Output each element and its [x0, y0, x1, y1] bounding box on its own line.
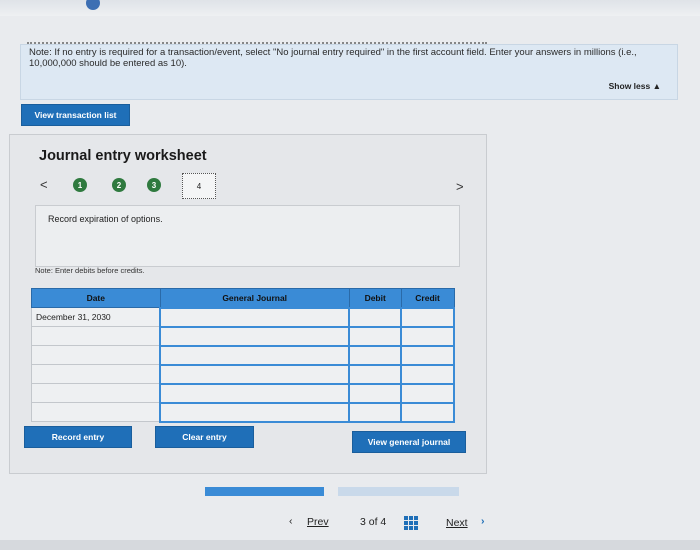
column-header-general-journal: General Journal — [159, 288, 350, 308]
credit-cell[interactable] — [400, 382, 455, 404]
transaction-description: Record expiration of options. — [35, 205, 460, 267]
partial-button-blue[interactable] — [205, 487, 324, 496]
account-cell[interactable] — [159, 325, 351, 347]
table-row: December 31, 2030 — [31, 306, 455, 328]
account-cell[interactable] — [159, 401, 351, 423]
date-cell[interactable] — [31, 364, 161, 384]
date-cell[interactable] — [31, 383, 161, 403]
table-row — [31, 363, 455, 385]
table-row — [31, 382, 455, 404]
page-position: 3 of 4 — [360, 516, 387, 528]
date-cell[interactable] — [31, 402, 161, 422]
partial-button-light[interactable] — [338, 487, 459, 496]
debit-cell[interactable] — [348, 363, 403, 385]
step-2[interactable]: 2 — [112, 178, 126, 192]
status-dot-icon — [86, 0, 100, 10]
cut-off-text-line — [27, 42, 487, 48]
account-cell[interactable] — [159, 306, 351, 328]
journal-entry-worksheet: Journal entry worksheet < 1 2 3 4 > Reco… — [9, 134, 487, 474]
account-cell[interactable] — [159, 363, 351, 385]
date-cell[interactable] — [31, 326, 161, 346]
show-less-toggle[interactable]: Show less ▲ — [609, 81, 661, 92]
debits-note: Note: Enter debits before credits. — [35, 266, 145, 275]
step-4-current[interactable]: 4 — [182, 173, 216, 199]
clear-entry-button[interactable]: Clear entry — [155, 426, 254, 448]
bottom-strip — [0, 540, 700, 550]
table-row — [31, 325, 455, 347]
journal-table: Date General Journal Debit Credit Decemb… — [31, 288, 455, 423]
debit-cell[interactable] — [348, 344, 403, 366]
table-row — [31, 344, 455, 366]
prev-button[interactable]: Prev — [307, 516, 329, 528]
debit-cell[interactable] — [348, 401, 403, 423]
record-entry-button[interactable]: Record entry — [24, 426, 132, 448]
debit-cell[interactable] — [348, 382, 403, 404]
worksheet-title: Journal entry worksheet — [39, 148, 207, 164]
account-cell[interactable] — [159, 382, 351, 404]
view-general-journal-button[interactable]: View general journal — [352, 431, 466, 453]
column-header-debit: Debit — [348, 288, 402, 308]
date-cell[interactable] — [31, 345, 161, 365]
transaction-description-text: Record expiration of options. — [48, 214, 163, 224]
table-row — [31, 401, 455, 423]
credit-cell[interactable] — [400, 363, 455, 385]
credit-cell[interactable] — [400, 344, 455, 366]
credit-cell[interactable] — [400, 325, 455, 347]
chevron-left-icon[interactable]: < — [40, 177, 48, 192]
view-transaction-list-button[interactable]: View transaction list — [21, 104, 130, 126]
credit-cell[interactable] — [400, 306, 455, 328]
note-text: Note: If no entry is required for a tran… — [29, 47, 637, 69]
credit-cell[interactable] — [400, 401, 455, 423]
step-1[interactable]: 1 — [73, 178, 87, 192]
column-header-date: Date — [31, 288, 161, 308]
date-cell[interactable]: December 31, 2030 — [31, 307, 161, 327]
step-3[interactable]: 3 — [147, 178, 161, 192]
chevron-right-icon[interactable]: > — [456, 179, 464, 194]
grid-icon[interactable] — [404, 516, 418, 530]
next-chevron-icon[interactable]: › — [481, 515, 485, 527]
next-button[interactable]: Next — [446, 517, 468, 529]
debit-cell[interactable] — [348, 325, 403, 347]
debit-cell[interactable] — [348, 306, 403, 328]
column-header-credit: Credit — [400, 288, 455, 308]
instructions-note: Note: If no entry is required for a tran… — [20, 42, 678, 100]
prev-chevron-icon[interactable]: ‹ — [289, 515, 293, 527]
top-strip — [0, 0, 700, 16]
account-cell[interactable] — [159, 344, 351, 366]
